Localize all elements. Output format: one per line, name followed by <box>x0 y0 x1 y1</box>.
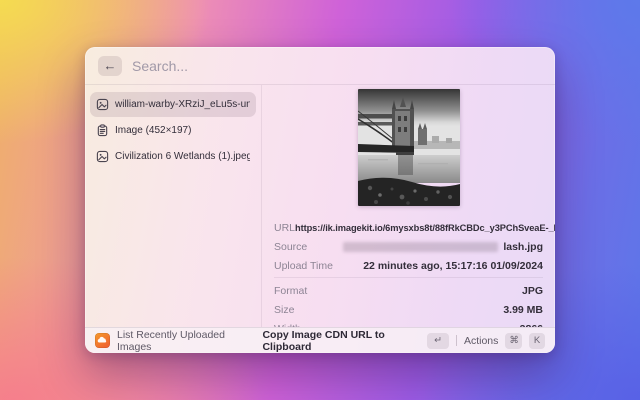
search-header: ← <box>85 47 555 85</box>
search-input[interactable] <box>132 58 542 74</box>
meta-row-size: Size 3.99 MB <box>274 300 543 319</box>
image-preview-tower-bridge <box>358 89 460 206</box>
return-key-icon: ↵ <box>427 333 449 349</box>
imagekit-app-icon <box>95 333 110 348</box>
actions-menu-button[interactable]: Actions <box>464 335 498 347</box>
source-filename: lash.jpg <box>503 241 543 253</box>
k-key-icon: K <box>529 333 545 349</box>
back-button[interactable]: ← <box>98 56 122 76</box>
meta-row-url: URL https://ik.imagekit.io/6mysxbs8t/88f… <box>274 218 543 237</box>
main-content: william-warby-XRziJ_eLu5s-uns... Image (… <box>85 85 555 327</box>
list-item-label: Civilization 6 Wetlands (1).jpeg <box>115 151 250 162</box>
meta-value-source: lash.jpg <box>343 241 543 253</box>
meta-row-width: Width 3866 <box>274 319 543 327</box>
command-key-icon: ⌘ <box>505 333 522 349</box>
image-file-icon <box>96 150 109 163</box>
meta-value-size: 3.99 MB <box>503 304 543 316</box>
list-item-label: william-warby-XRziJ_eLu5s-uns... <box>115 99 250 110</box>
redacted-blur <box>343 242 498 252</box>
meta-label: URL <box>274 222 295 234</box>
extension-window: ← william-warby-XRziJ_eLu5s-uns... <box>85 47 555 353</box>
meta-label: Format <box>274 285 307 297</box>
meta-label: Source <box>274 241 307 253</box>
list-item-uploaded-image[interactable]: william-warby-XRziJ_eLu5s-uns... <box>90 92 256 117</box>
meta-value-width: 3866 <box>520 323 543 328</box>
metadata-list: URL https://ik.imagekit.io/6mysxbs8t/88f… <box>274 218 543 327</box>
clipboard-icon <box>96 124 109 137</box>
command-title: List Recently Uploaded Images <box>117 329 248 353</box>
meta-row-source: Source lash.jpg <box>274 237 543 256</box>
meta-value-url[interactable]: https://ik.imagekit.io/6mysxbs8t/88fRkCB… <box>295 223 555 233</box>
meta-label: Size <box>274 304 294 316</box>
image-file-icon <box>96 98 109 111</box>
meta-row-format: Format JPG <box>274 281 543 300</box>
results-list: william-warby-XRziJ_eLu5s-uns... Image (… <box>85 85 262 327</box>
meta-value-format: JPG <box>522 285 543 297</box>
detail-panel: URL https://ik.imagekit.io/6mysxbs8t/88f… <box>262 85 555 327</box>
copy-cdn-url-action[interactable]: Copy Image CDN URL to Clipboard <box>262 329 420 353</box>
list-item-clipboard-image[interactable]: Image (452×197) <box>90 118 256 143</box>
meta-label: Width <box>274 323 301 328</box>
list-item-civilization-jpeg[interactable]: Civilization 6 Wetlands (1).jpeg <box>90 144 256 169</box>
action-bar: List Recently Uploaded Images Copy Image… <box>85 327 555 353</box>
list-item-label: Image (452×197) <box>115 125 191 136</box>
meta-label: Upload Time <box>274 260 333 272</box>
meta-row-upload-time: Upload Time 22 minutes ago, 15:17:16 01/… <box>274 256 543 275</box>
footer-divider <box>456 335 457 346</box>
metadata-separator <box>274 277 543 278</box>
meta-value-upload-time: 22 minutes ago, 15:17:16 01/09/2024 <box>363 260 543 272</box>
back-arrow-icon: ← <box>104 58 117 73</box>
